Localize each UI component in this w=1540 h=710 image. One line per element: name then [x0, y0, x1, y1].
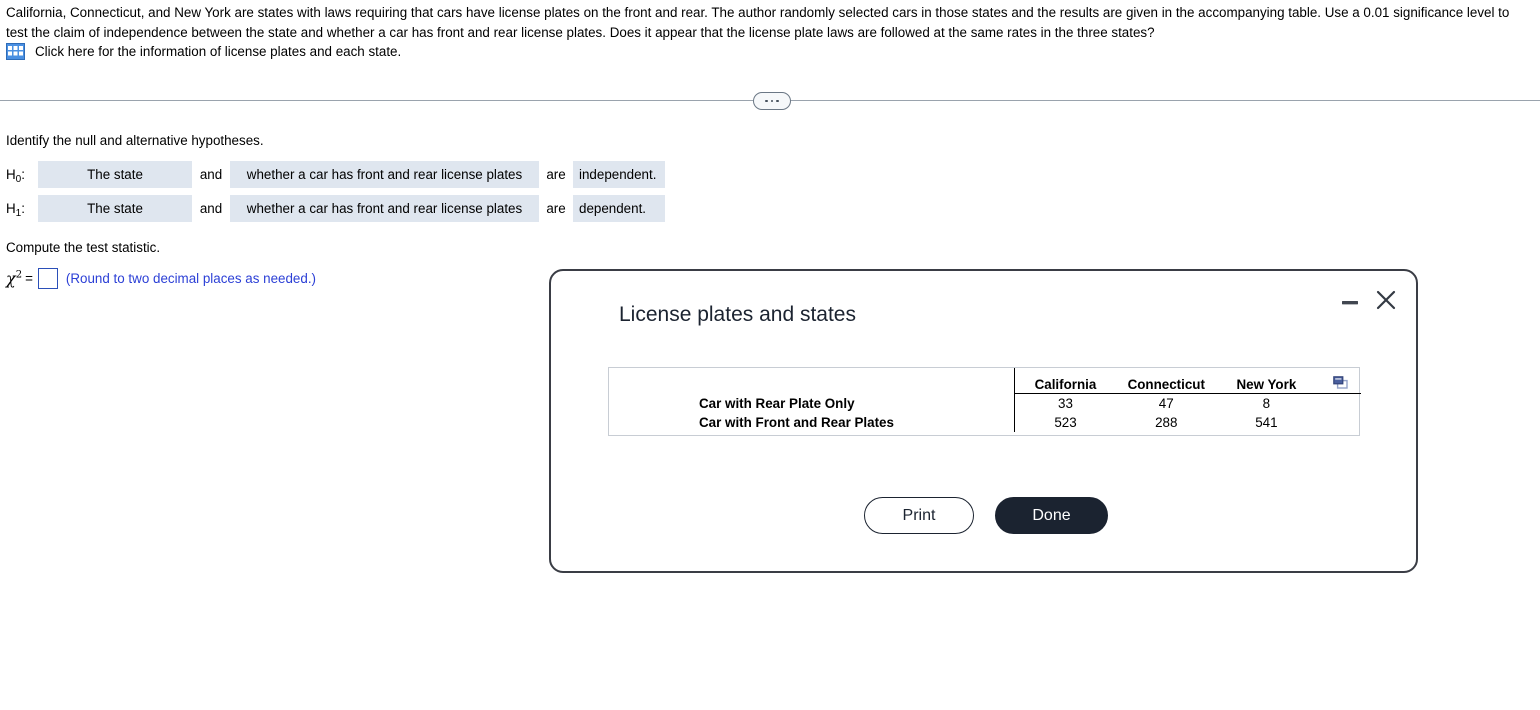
copy-icon-cell	[1316, 368, 1361, 394]
ellipsis-dot	[765, 99, 768, 103]
grid-table-icon	[6, 43, 25, 60]
hypothesis-null-and-word: and	[199, 167, 223, 182]
modal-button-group: Print Done	[864, 497, 1108, 534]
copy-icon[interactable]	[1333, 376, 1348, 389]
ellipsis-dot	[776, 99, 779, 103]
hypothesis-label-subscript: 0	[15, 174, 22, 185]
chi-square-rounding-hint: (Round to two decimal places as needed.)	[65, 271, 317, 286]
compute-statistic-heading: Compute the test statistic.	[6, 240, 161, 255]
hypothesis-label-null: H0:	[6, 167, 25, 185]
table-data-link[interactable]: Click here for the information of licens…	[6, 43, 401, 60]
hypotheses-heading: Identify the null and alternative hypoth…	[6, 133, 264, 148]
hypothesis-label-subscript: 1	[15, 208, 22, 219]
table-body: Car with Rear Plate Only 33 47 8 Car wit…	[609, 393, 1361, 432]
section-divider	[0, 92, 1540, 110]
hypothesis-row-null: H0: The state and whether a car has fron…	[6, 161, 665, 188]
problem-statement: California, Connecticut, and New York ar…	[6, 5, 1510, 40]
close-icon[interactable]	[1375, 289, 1397, 311]
cell-rear-newyork: 8	[1262, 396, 1271, 411]
license-plates-modal: License plates and states California Con…	[549, 269, 1418, 573]
table-header-connecticut: Connecticut	[1115, 368, 1217, 394]
table-header-row: California Connecticut New York	[609, 368, 1361, 394]
divider-line-right	[789, 100, 1540, 101]
print-button[interactable]: Print	[864, 497, 974, 534]
row-label-front-and-rear: Car with Front and Rear Plates	[699, 415, 894, 430]
hypothesis-null-object-dropdown[interactable]: whether a car has front and rear license…	[230, 161, 539, 188]
chi-square-exponent: 2	[15, 269, 23, 281]
chi-square-input[interactable]	[37, 268, 58, 289]
table-head: California Connecticut New York	[609, 368, 1361, 394]
cell-front-connecticut: 288	[1155, 415, 1178, 430]
row-spacer-cell	[1316, 413, 1361, 432]
hypothesis-alt-are-word: are	[546, 201, 566, 216]
table-row: Car with Rear Plate Only 33 47 8	[609, 393, 1361, 414]
chi-square-answer-row: χ2 = (Round to two decimal places as nee…	[6, 268, 316, 289]
ellipsis-pill-icon[interactable]	[753, 92, 791, 110]
hypothesis-null-subject-dropdown[interactable]: The state	[38, 161, 192, 188]
cell-front-newyork: 541	[1255, 415, 1278, 430]
cell-front-california: 523	[1014, 413, 1116, 432]
data-table-panel: California Connecticut New York Car with…	[608, 367, 1361, 436]
table-header-blank	[609, 368, 1015, 394]
hypothesis-alt-and-word: and	[199, 201, 223, 216]
chi-square-equals-sign: =	[25, 271, 33, 286]
hypothesis-row-alternative: H1: The state and whether a car has fron…	[6, 195, 665, 222]
divider-line-left	[0, 100, 753, 101]
hypothesis-null-are-word: are	[546, 167, 566, 182]
hypothesis-alt-verdict-dropdown[interactable]: dependent.	[573, 195, 665, 222]
cell-rear-connecticut: 47	[1158, 396, 1174, 411]
table-header-california: California	[1014, 368, 1116, 394]
hypothesis-alt-subject-dropdown[interactable]: The state	[38, 195, 192, 222]
minimize-icon[interactable]	[1340, 292, 1360, 312]
license-plates-data-table: California Connecticut New York Car with…	[609, 368, 1361, 432]
modal-title: License plates and states	[619, 303, 856, 326]
table-data-link-label[interactable]: Click here for the information of licens…	[35, 44, 401, 59]
ellipsis-dot	[770, 99, 774, 103]
hypothesis-label-alternative: H1:	[6, 201, 25, 219]
hypothesis-alt-object-dropdown[interactable]: whether a car has front and rear license…	[230, 195, 539, 222]
row-label-rear-plate-only: Car with Rear Plate Only	[699, 395, 855, 411]
done-button[interactable]: Done	[995, 497, 1108, 534]
cell-rear-california: 33	[1014, 393, 1116, 413]
row-spacer-cell	[1316, 394, 1361, 414]
table-row: Car with Front and Rear Plates 523 288 5…	[609, 413, 1361, 432]
chi-square-symbol: χ2	[6, 269, 23, 288]
hypothesis-null-verdict-dropdown[interactable]: independent.	[573, 161, 665, 188]
table-header-newyork: New York	[1216, 368, 1316, 394]
